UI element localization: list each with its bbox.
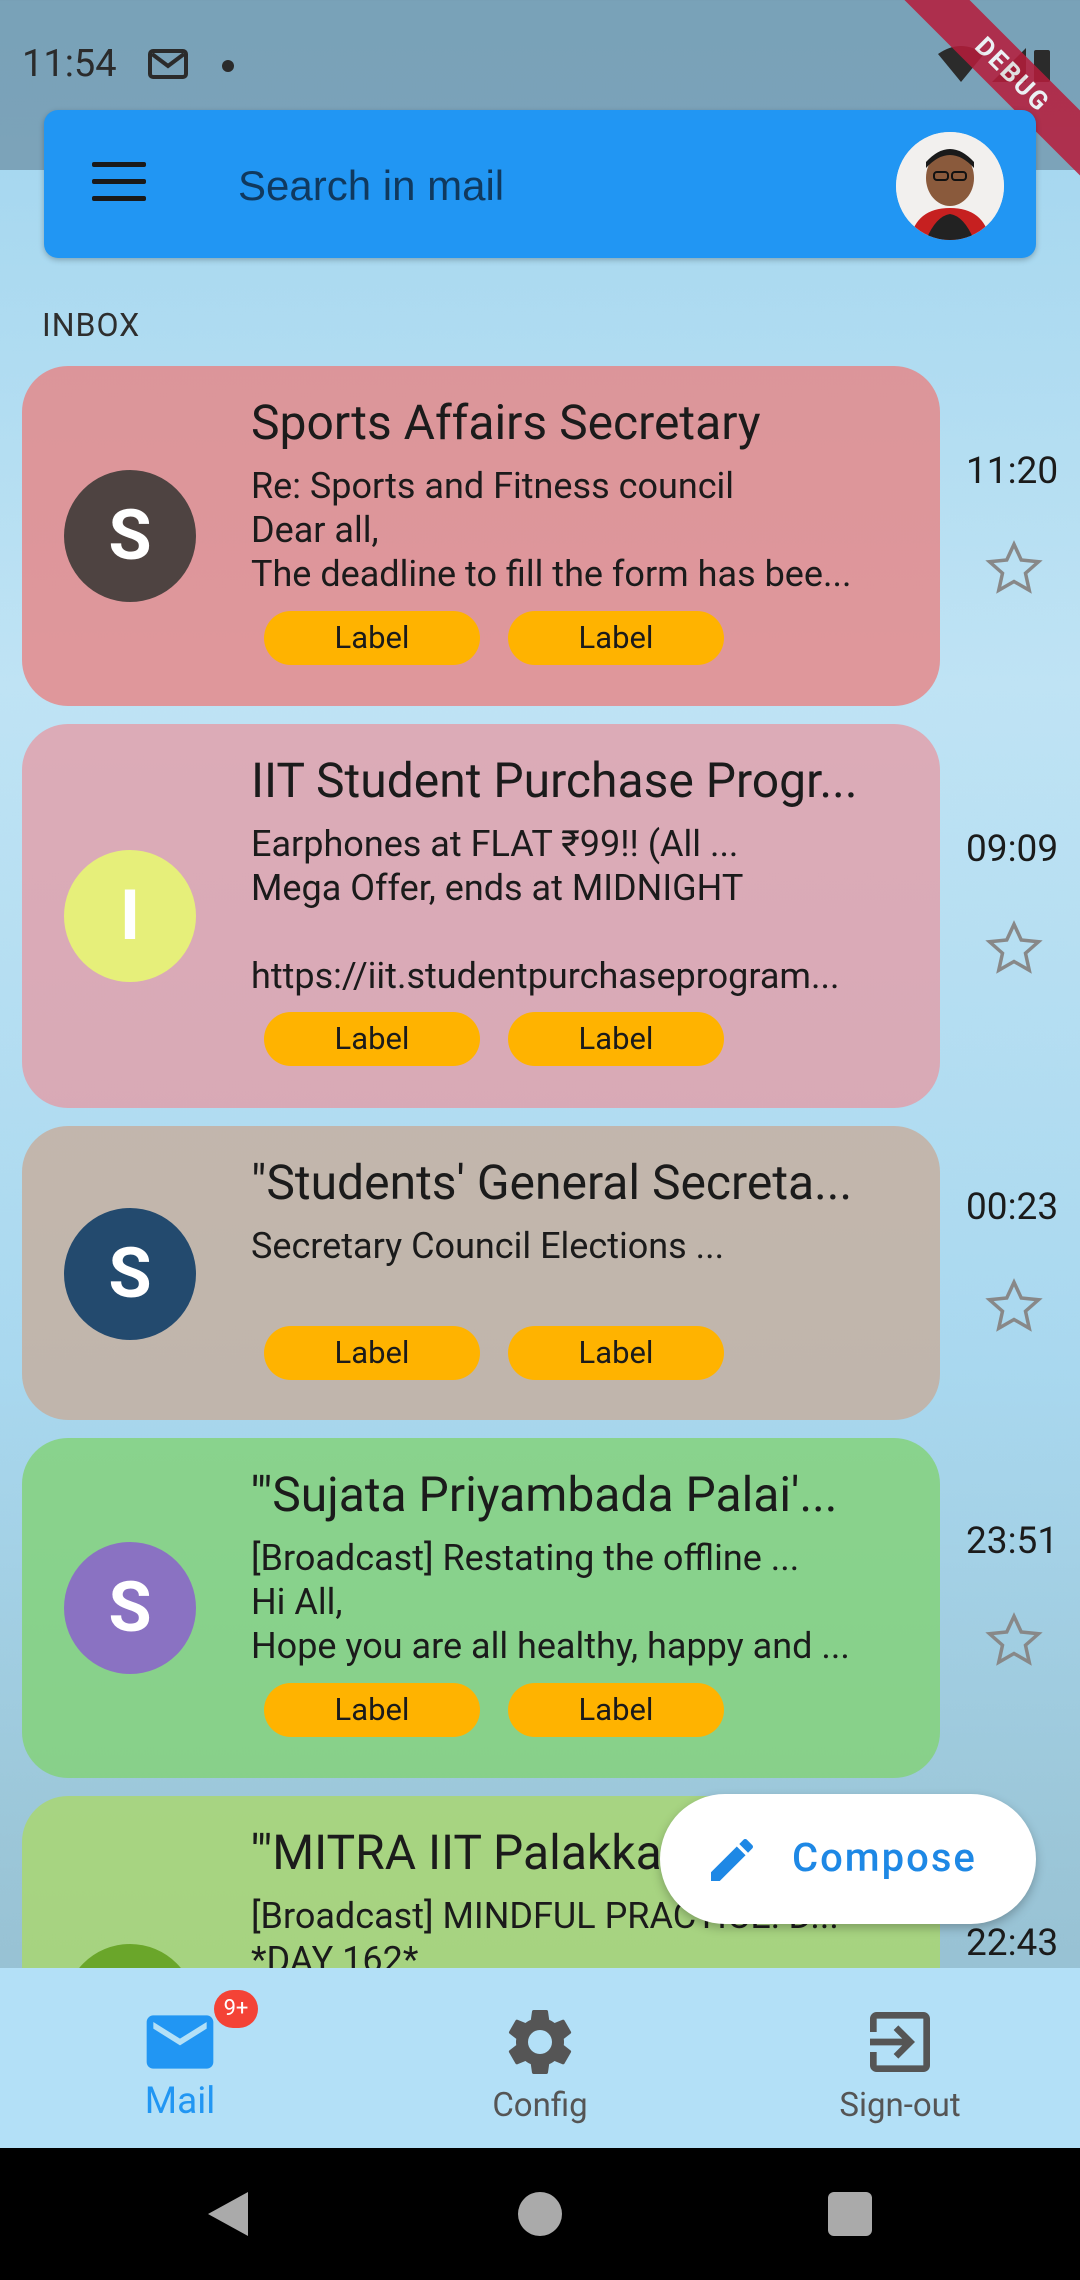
star-icon[interactable] <box>984 1610 1044 1670</box>
sender-avatar: S <box>64 470 196 602</box>
mail-label-chip[interactable]: Label <box>264 1683 480 1737</box>
sender-avatar: I <box>64 850 196 982</box>
profile-avatar[interactable] <box>896 132 1004 240</box>
nav-label: Config <box>492 2086 588 2125</box>
sender-avatar <box>64 1944 196 1968</box>
mail-time: 11:20 <box>966 450 1059 493</box>
recent-apps-icon[interactable] <box>828 2192 872 2236</box>
mail-sender: '"MITRA IIT Palakka <box>251 1824 662 1881</box>
mail-sender: IIT Student Purchase Progr... <box>251 752 858 809</box>
inbox-section-label: INBOX <box>42 306 141 344</box>
mail-label-chip[interactable]: Label <box>264 1012 480 1066</box>
mail-label-chip[interactable]: Label <box>508 1326 724 1380</box>
sign-out-icon <box>870 2012 930 2072</box>
status-time: 11:54 <box>22 42 117 86</box>
sender-avatar: S <box>64 1208 196 1340</box>
mail-label-chip[interactable]: Label <box>264 611 480 665</box>
mail-time: 23:51 <box>966 1520 1059 1563</box>
pencil-icon <box>711 1838 754 1881</box>
system-navigation-bar <box>0 2148 1080 2280</box>
mail-time: 00:23 <box>966 1186 1059 1229</box>
mail-label-chip[interactable]: Label <box>508 1012 724 1066</box>
nav-item-config[interactable]: Config <box>390 1968 690 2148</box>
mail-snippet: Secretary Council Elections ... <box>251 1225 725 1267</box>
mail-sender: '"Sujata Priyambada Palai'... <box>251 1466 838 1523</box>
mail-time: 09:09 <box>966 828 1059 871</box>
mail-label-chip[interactable]: Label <box>508 1683 724 1737</box>
search-input[interactable] <box>236 150 880 222</box>
mail-card[interactable]: I IIT Student Purchase Progr... Earphone… <box>22 724 940 1108</box>
compose-button[interactable]: Compose <box>660 1794 1036 1924</box>
star-icon[interactable] <box>984 1276 1044 1336</box>
search-bar <box>44 110 1036 258</box>
home-icon[interactable] <box>518 2192 562 2236</box>
menu-icon[interactable] <box>92 162 146 206</box>
mail-snippet: Earphones at FLAT ₹99!! (All ... Mega Of… <box>251 823 840 997</box>
star-icon[interactable] <box>984 918 1044 978</box>
nav-label: Mail <box>144 2080 216 2123</box>
notification-dot-icon <box>222 60 234 72</box>
mail-icon <box>146 2015 214 2069</box>
sender-avatar: S <box>64 1542 196 1674</box>
back-icon[interactable] <box>202 2188 252 2240</box>
mail-sender: "Students' General Secreta... <box>251 1154 853 1211</box>
unread-badge: 9+ <box>214 1990 258 2028</box>
gear-icon <box>508 2009 572 2074</box>
nav-item-signout[interactable]: Sign-out <box>750 1968 1050 2148</box>
compose-label: Compose <box>792 1834 977 1881</box>
mail-snippet: [Broadcast] Restating the offline ... Hi… <box>251 1537 850 1667</box>
mail-card[interactable]: S '"Sujata Priyambada Palai'... [Broadca… <box>22 1438 940 1778</box>
mail-label-chip[interactable]: Label <box>264 1326 480 1380</box>
nav-label: Sign-out <box>839 2086 961 2125</box>
mail-label-chip[interactable]: Label <box>508 611 724 665</box>
mail-snippet: Re: Sports and Fitness council Dear all,… <box>251 465 852 595</box>
mail-sender: Sports Affairs Secretary <box>251 394 761 451</box>
star-icon[interactable] <box>984 538 1044 598</box>
nav-item-mail[interactable]: 9+ Mail <box>30 1968 330 2148</box>
mail-time: 22:43 <box>966 1922 1059 1965</box>
gmail-notification-icon <box>148 49 188 79</box>
mail-card[interactable]: S "Students' General Secreta... Secretar… <box>22 1126 940 1420</box>
mail-card[interactable]: S Sports Affairs Secretary Re: Sports an… <box>22 366 940 706</box>
bottom-navigation: 9+ Mail Config Sign-out <box>0 1968 1080 2148</box>
